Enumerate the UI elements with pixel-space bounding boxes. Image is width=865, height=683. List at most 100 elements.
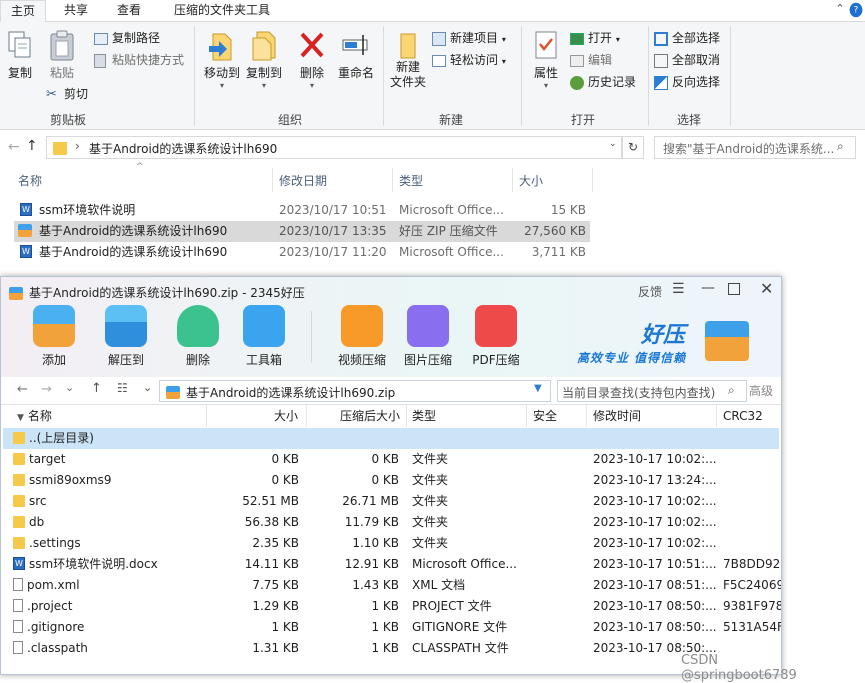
video-compress-button[interactable]: 视频压缩 [333,305,391,368]
tab-home[interactable]: 主页 [0,0,46,23]
path-dropdown-icon[interactable]: ▼ [534,383,542,394]
copy-to-button[interactable]: 复制到 ▾ [242,30,286,90]
up-arrow-icon[interactable]: ↑ [26,138,38,154]
new-folder-icon [400,33,416,59]
view-mode-icon[interactable]: ☷ [117,381,128,395]
column-header-packed-size[interactable]: 压缩后大小 [307,405,407,427]
feedback-link[interactable]: 反馈 [638,283,662,300]
column-header-name[interactable]: 名称 [18,170,270,194]
toolbox-button[interactable]: 工具箱 [233,305,295,368]
close-icon[interactable]: ✕ [760,279,773,298]
ribbon-separator [730,26,731,126]
search-icon: ⌕ [837,139,844,153]
archive-entry-time: 2023-10-17 10:51:... [593,557,717,571]
archive-row[interactable]: src 52.51 MB 26.71 MB 文件夹 2023-10-17 10:02:.… [3,491,779,512]
archive-entry-packed: 12.91 KB [344,557,399,571]
archive-row[interactable]: .gitignore 1 KB 1 KB GITIGNORE 文件 2023-10-17… [3,617,781,638]
archive-row[interactable]: .project 1.29 KB 1 KB PROJECT 文件 2023-10-17 … [3,596,781,617]
file-size: 15 KB [550,203,586,217]
archive-row[interactable]: db 56.38 KB 11.79 KB 文件夹 2023-10-17 10:02:..… [3,512,779,533]
properties-button[interactable]: 属性 ▾ [526,30,566,90]
view-mode-dropdown-icon[interactable]: ⌄ [143,381,152,394]
advanced-search-link[interactable]: 高级 [749,382,773,399]
archive-search-box[interactable]: 当前目录查找(支持包内查找) ⌕ [557,380,747,402]
history-button[interactable]: 历史记录 [570,72,636,92]
archive-entry-time: 2023-10-17 10:02:... [593,452,717,466]
tab-share[interactable]: 共享 [54,0,98,22]
parent-directory-row[interactable]: ..(上层目录) [3,428,779,449]
archive-entry-packed: 1.10 KB [352,536,399,550]
cut-button[interactable]: ✂ 剪切 [46,84,88,104]
paste-button[interactable]: 粘贴 [44,30,80,81]
open-button[interactable]: 打开 ▾ [570,28,620,48]
select-none-button[interactable]: 全部取消 [654,50,720,70]
history-dropdown-icon[interactable]: ⌄ [609,139,617,149]
copy-path-button[interactable]: 复制路径 [94,28,160,48]
menu-icon[interactable]: ☰ [672,281,685,297]
tab-compressed-folder-tools[interactable]: 压缩的文件夹工具 [160,0,284,22]
file-row[interactable]: W ssm环境软件说明 2023/10/17 10:51 Microsoft O… [14,200,590,221]
archive-row[interactable]: .classpath 1.31 KB 1 KB CLASSPATH 文件 2023-10… [3,638,779,659]
column-header-date[interactable]: 修改日期 [279,170,389,194]
column-header-type[interactable]: 类型 [399,170,509,194]
image-compress-button[interactable]: 图片压缩 [399,305,457,368]
extract-to-button[interactable]: 解压到 [95,305,157,368]
invert-selection-button[interactable]: 反向选择 [654,72,720,92]
add-label: 添加 [41,353,66,367]
new-item-label: 新建项目 [450,31,499,45]
rename-button[interactable]: 重命名 [334,30,378,81]
edit-button[interactable]: 编辑 [570,50,612,70]
back-arrow-icon[interactable]: ← [8,139,20,155]
select-all-button[interactable]: 全部选择 [654,28,720,48]
column-header-modified[interactable]: 修改时间 [587,405,717,427]
breadcrumb[interactable]: 基于Android的选课系统设计lh690 [89,140,277,157]
pdf-compress-button[interactable]: PDF压缩 [467,305,525,368]
paste-shortcut-button[interactable]: 粘贴快捷方式 [94,50,184,70]
new-folder-button[interactable]: 新建 文件夹 [386,30,430,90]
help-icon[interactable]: ? [849,2,863,18]
forward-arrow-icon[interactable]: → [41,382,52,397]
column-header-security[interactable]: 安全 [527,405,587,427]
file-row[interactable]: W 基于Android的选课系统设计lh690 2023/10/17 11:20… [14,242,590,263]
column-header-name[interactable]: ▼ 名称 [3,405,207,427]
folder-icon [13,473,25,486]
archive-entry-time: 2023-10-17 13:24:... [593,473,717,487]
archive-row[interactable]: pom.xml 7.75 KB 1.43 KB XML 文档 2023-10-17 08… [3,575,781,596]
column-header-type[interactable]: 类型 [407,405,527,427]
refresh-button[interactable]: ↻ [622,136,644,159]
hz-delete-button[interactable]: 删除 [167,305,229,368]
copy-button[interactable]: 复制 [4,30,36,81]
archive-row[interactable]: .settings 2.35 KB 1.10 KB 文件夹 2023-10-17 10:… [3,533,779,554]
paste-shortcut-label: 粘贴快捷方式 [112,53,185,67]
back-arrow-icon[interactable]: ← [17,382,28,397]
column-header-crc32[interactable]: CRC32 [717,405,781,427]
delete-button[interactable]: 删除 ▾ [294,30,330,90]
search-box[interactable]: 搜索"基于Android的选课系统... ⌕ [654,136,856,159]
open-group-label: 打开 [570,113,595,127]
haozip-header: 基于Android的选课系统设计lh690.zip - 2345好压 反馈 ☰ … [1,277,781,377]
maximize-icon[interactable] [728,283,740,295]
file-date: 2023/10/17 13:35 [279,224,387,238]
archive-row[interactable]: Wssm环境软件说明.docx 14.11 KB 12.91 KB Microsoft… [3,554,781,575]
column-header-size[interactable]: 大小 [207,405,307,427]
new-item-button[interactable]: 新建项目 ▾ [432,28,506,48]
address-bar[interactable]: › 基于Android的选课系统设计lh690 ⌄ [46,136,622,159]
column-header-size[interactable]: 大小 [519,170,589,194]
minimize-icon[interactable]: — [701,280,715,296]
archive-entry-size: 56.38 KB [244,515,299,529]
collapse-ribbon-icon[interactable]: ⌃ [832,2,848,18]
archive-entry-name: target [29,452,66,466]
move-to-button[interactable]: 移动到 ▾ [200,30,244,90]
archive-path-bar[interactable]: 基于Android的选课系统设计lh690.zip ▼ [159,380,551,402]
file-row-selected[interactable]: 基于Android的选课系统设计lh690 2023/10/17 13:35 好… [14,221,590,242]
archive-row[interactable]: target 0 KB 0 KB 文件夹 2023-10-17 10:02:... [3,449,779,470]
copy-label: 复制 [7,66,32,80]
history-dropdown-icon[interactable]: ⌄ [65,381,74,394]
add-button[interactable]: 添加 [23,305,85,368]
easy-access-button[interactable]: 轻松访问 ▾ [432,50,506,70]
up-arrow-icon[interactable]: ↑ [91,381,102,396]
archive-row[interactable]: ssmi89oxms9 0 KB 0 KB 文件夹 2023-10-17 13:24:.… [3,470,779,491]
archive-entry-time: 2023-10-17 08:51:... [593,578,717,592]
word-document-icon: W [20,245,32,258]
tab-view[interactable]: 查看 [106,0,152,22]
